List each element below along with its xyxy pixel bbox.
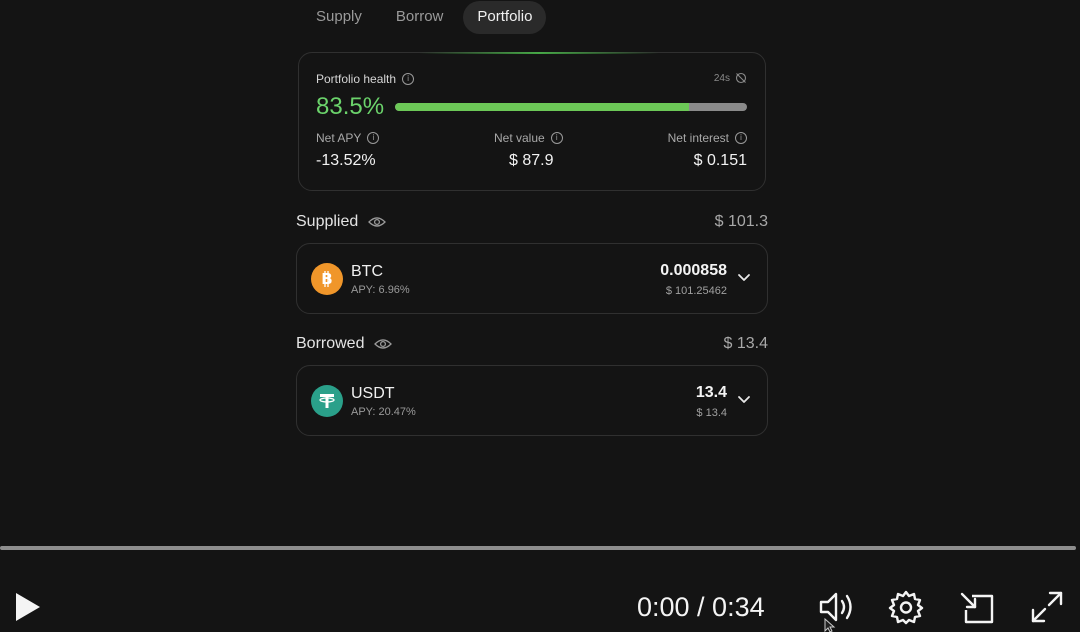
supplied-asset-row[interactable]: B BTC APY: 6.96% 0.000858 $ 101.25462 bbox=[296, 243, 768, 314]
asset-symbol: BTC bbox=[351, 263, 383, 280]
net-apy-label: Net APY i bbox=[316, 131, 380, 145]
supplied-total: $ 101.3 bbox=[714, 213, 768, 230]
borrowed-asset-row[interactable]: USDT APY: 20.47% 13.4 $ 13.4 bbox=[296, 365, 768, 436]
net-interest-text: Net interest bbox=[667, 131, 729, 145]
tab-supply[interactable]: Supply bbox=[302, 1, 376, 34]
tab-bar: Supply Borrow Portfolio bbox=[302, 0, 547, 34]
portfolio-health-label: Portfolio health i bbox=[316, 72, 415, 86]
card-glow bbox=[419, 52, 659, 54]
info-icon[interactable]: i bbox=[550, 132, 563, 144]
net-value-label: Net value i bbox=[494, 131, 563, 145]
fullscreen-icon[interactable] bbox=[1030, 590, 1064, 624]
refresh-timer[interactable]: 24s bbox=[714, 72, 747, 84]
chevron-down-icon[interactable] bbox=[735, 390, 753, 408]
eye-icon[interactable] bbox=[368, 216, 387, 228]
borrowed-title: Borrowed bbox=[296, 335, 365, 352]
tab-borrow[interactable]: Borrow bbox=[382, 1, 458, 34]
net-value-value: $ 87.9 bbox=[509, 152, 554, 169]
portfolio-health-card: Portfolio health i 24s 83.5% Net APY i -… bbox=[298, 52, 766, 191]
supplied-header: Supplied bbox=[296, 213, 387, 231]
info-icon[interactable]: i bbox=[402, 73, 415, 85]
info-icon[interactable]: i bbox=[367, 132, 380, 144]
asset-amount: 0.000858 bbox=[660, 262, 727, 279]
health-progress-bar bbox=[395, 103, 747, 111]
asset-apy: APY: 6.96% bbox=[351, 284, 410, 296]
borrowed-header: Borrowed bbox=[296, 335, 393, 353]
portfolio-health-text: Portfolio health bbox=[316, 72, 397, 86]
net-value-text: Net value bbox=[494, 131, 545, 145]
net-apy-text: Net APY bbox=[316, 131, 362, 145]
eye-icon[interactable] bbox=[374, 338, 393, 350]
asset-usd-value: $ 13.4 bbox=[696, 407, 727, 419]
asset-symbol: USDT bbox=[351, 385, 395, 402]
video-progress-bar[interactable] bbox=[0, 546, 1076, 550]
timer-text: 24s bbox=[713, 72, 730, 84]
settings-gear-icon[interactable] bbox=[888, 589, 924, 625]
bitcoin-icon: B bbox=[311, 263, 343, 295]
info-icon[interactable]: i bbox=[735, 132, 747, 144]
health-progress-fill bbox=[395, 103, 689, 111]
playback-time: 0:00 / 0:34 bbox=[637, 592, 765, 622]
tether-icon bbox=[311, 385, 343, 417]
supplied-title: Supplied bbox=[296, 213, 359, 230]
net-apy-value: -13.52% bbox=[316, 152, 376, 169]
picture-in-picture-icon[interactable] bbox=[958, 590, 996, 624]
play-icon[interactable] bbox=[13, 591, 43, 623]
tab-portfolio[interactable]: Portfolio bbox=[463, 0, 547, 34]
svg-text:B: B bbox=[321, 270, 332, 288]
borrowed-total: $ 13.4 bbox=[723, 335, 768, 352]
video-frame: Supply Borrow Portfolio Portfolio health… bbox=[0, 0, 1080, 632]
health-percentage: 83.5% bbox=[316, 93, 385, 120]
refresh-off-icon bbox=[735, 72, 747, 84]
net-interest-value: $ 0.151 bbox=[693, 152, 747, 169]
net-interest-label: Net interest i bbox=[668, 131, 747, 145]
asset-usd-value: $ 101.25462 bbox=[665, 285, 727, 297]
asset-amount: 13.4 bbox=[695, 384, 727, 401]
chevron-down-icon[interactable] bbox=[735, 268, 753, 286]
asset-apy: APY: 20.47% bbox=[351, 406, 416, 418]
volume-icon[interactable] bbox=[817, 590, 857, 624]
player-controls: 0:00 / 0:34 bbox=[0, 576, 1080, 632]
mouse-cursor-icon bbox=[824, 618, 836, 632]
